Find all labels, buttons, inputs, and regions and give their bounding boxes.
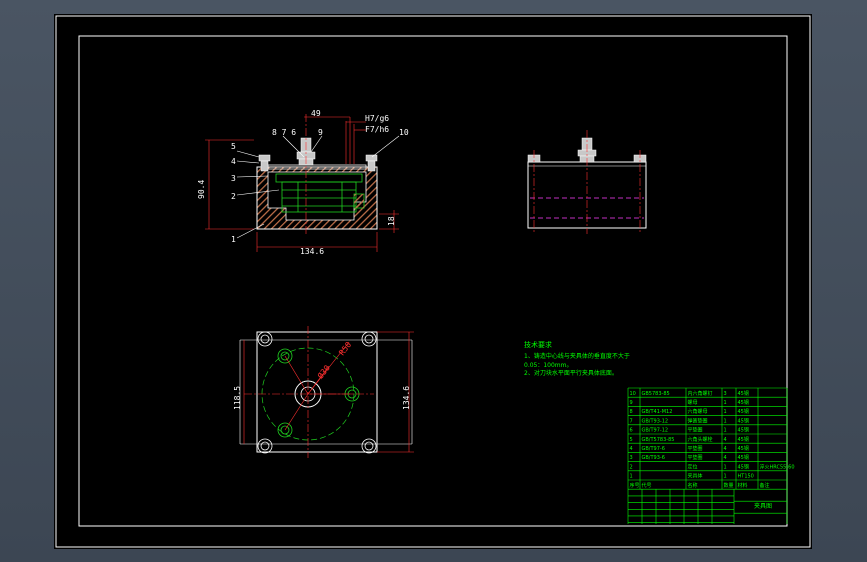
balloon-2: 2 bbox=[231, 192, 236, 201]
bom-cell-qty: 1 bbox=[724, 464, 727, 470]
corner-bolt-holes bbox=[257, 331, 377, 454]
bom-cell-mat: 45钢 bbox=[738, 454, 749, 461]
bom-cell-name: 定位 bbox=[688, 463, 698, 470]
technical-notes: 技术要求 1、铸造中心线与夹具体的垂直度不大于 0.05：100mm。 2、对刀… bbox=[524, 340, 630, 377]
balloon-4: 4 bbox=[231, 157, 236, 166]
bom-cell-qty: 4 bbox=[724, 446, 727, 452]
bom-cell-no: 8 bbox=[630, 409, 633, 415]
dim-top-width: 49 bbox=[311, 109, 321, 118]
bom-cell-mat: 45钢 bbox=[738, 427, 749, 434]
bom-cell-name: 六角头螺栓 bbox=[688, 436, 713, 443]
bom-cell-code: GB/T41-M12 bbox=[642, 409, 673, 415]
bom-cell-qty: 4 bbox=[724, 437, 727, 443]
bom-cell-code: 代号 bbox=[642, 482, 652, 489]
bom-cell-name: 平垫圈 bbox=[688, 427, 703, 434]
bom-cell-qty: 1 bbox=[724, 400, 727, 406]
bom-cell-code: GB/T97-6 bbox=[642, 446, 665, 452]
bom-cell-mat: 45钢 bbox=[738, 390, 749, 397]
bom-cell-note: 备注 bbox=[760, 482, 770, 489]
bom-cell-note: 淬火HRC55-60 bbox=[760, 463, 795, 470]
bom-cell-name: 平垫圈 bbox=[688, 445, 703, 452]
bom-cell-code: GB/T93-6 bbox=[642, 455, 665, 461]
hex-bolts bbox=[258, 137, 378, 172]
notes-line-2: 0.05：100mm。 bbox=[524, 362, 573, 369]
bom-cell-no: 10 bbox=[630, 391, 636, 397]
bom-cell-qty: 1 bbox=[724, 428, 727, 434]
bom-cell-mat: 45钢 bbox=[738, 399, 749, 406]
plan-view: R50 Ø30 118.5 134.6 bbox=[233, 326, 414, 458]
dim-diag-2: Ø30 bbox=[315, 363, 332, 381]
bom-cell-qty: 3 bbox=[724, 391, 727, 397]
bom-cell-code: GB/T97-12 bbox=[642, 428, 669, 434]
balloon-10: 10 bbox=[399, 128, 409, 137]
drawing-canvas: 49 H7/g6 F7/h6 90.4 134.6 18 1 2 3 4 5 8… bbox=[55, 15, 811, 548]
drawing-sheet: 49 H7/g6 F7/h6 90.4 134.6 18 1 2 3 4 5 8… bbox=[54, 14, 812, 549]
notes-title: 技术要求 bbox=[524, 340, 552, 349]
bom-cell-no: 6 bbox=[630, 428, 633, 434]
bom-cell-code: GB/T93-12 bbox=[642, 418, 669, 424]
bom-cell-code: GB/T5783-85 bbox=[642, 437, 675, 443]
side-view bbox=[527, 130, 647, 234]
bom-cell-mat: 45钢 bbox=[738, 408, 749, 415]
bom-cell-mat: 45钢 bbox=[738, 436, 749, 443]
bom-cell-no: 4 bbox=[630, 446, 633, 452]
bom-cell-qty: 1 bbox=[724, 474, 727, 480]
dim-diag-1: R50 bbox=[337, 340, 353, 357]
locating-key bbox=[354, 194, 364, 208]
plan-dimension-lines bbox=[243, 331, 414, 453]
bom-cell-qty: 4 bbox=[724, 455, 727, 461]
bom-cell-no: 5 bbox=[630, 437, 633, 443]
bom-cell-mat: 45钢 bbox=[738, 463, 749, 470]
bom-cell-no: 7 bbox=[630, 418, 633, 424]
title-block-label: 夹具图 bbox=[754, 502, 772, 510]
balloon-876: 8 7 6 bbox=[272, 128, 296, 137]
bom-cell-mat: HT150 bbox=[738, 474, 754, 480]
bom-cell-no: 序号 bbox=[630, 482, 640, 489]
bom-cell-code: GB5783-85 bbox=[642, 391, 670, 397]
bom-cell-mat: 45钢 bbox=[738, 445, 749, 452]
dim-fit-2: F7/h6 bbox=[365, 125, 389, 134]
bom-cell-no: 3 bbox=[630, 455, 633, 461]
dim-bottom-width: 134.6 bbox=[300, 247, 324, 256]
bom-cell-mat: 材料 bbox=[738, 482, 748, 489]
balloon-1: 1 bbox=[231, 235, 236, 244]
bom-cell-name: 名称 bbox=[688, 482, 698, 489]
bom-cell-name: 内六角螺钉 bbox=[688, 390, 713, 397]
bom-cell-qty: 数量 bbox=[724, 482, 734, 489]
bom-cell-name: 平垫圈 bbox=[688, 454, 703, 461]
dim-fit-1: H7/g6 bbox=[365, 114, 389, 123]
balloon-9: 9 bbox=[318, 128, 323, 137]
bom-cell-name: 夹具体 bbox=[688, 473, 703, 480]
notes-line-1: 1、铸造中心线与夹具体的垂直度不大于 bbox=[524, 352, 630, 360]
bom-cell-no: 9 bbox=[630, 400, 633, 406]
bom-cell-name: 六角螺母 bbox=[688, 408, 708, 415]
locating-pins bbox=[277, 348, 360, 438]
dim-height: 90.4 bbox=[197, 180, 206, 199]
bom-cell-name: 螺母 bbox=[688, 399, 698, 406]
dim-plan-right: 134.6 bbox=[402, 386, 411, 410]
bom-cell-no: 1 bbox=[630, 474, 633, 480]
notes-line-3: 2、对刀块水平面平行夹具体底面。 bbox=[524, 369, 618, 377]
bom-table: 10 GB5783-85 内六角螺钉 3 45钢 9 螺母 1 45钢 8 GB/T41-M12 六角… bbox=[627, 387, 795, 524]
bom-cell-qty: 1 bbox=[724, 409, 727, 415]
balloon-5: 5 bbox=[231, 142, 236, 151]
front-section-view: 49 H7/g6 F7/h6 90.4 134.6 18 1 2 3 4 5 8… bbox=[197, 109, 409, 256]
bom-cell-no: 2 bbox=[630, 464, 633, 470]
dim-plan-left: 118.5 bbox=[233, 386, 242, 410]
bom-cell-name: 弹簧垫圈 bbox=[688, 417, 708, 424]
balloon-3: 3 bbox=[231, 174, 236, 183]
bom-cell-mat: 45钢 bbox=[738, 417, 749, 424]
bom-cell-qty: 1 bbox=[724, 418, 727, 424]
dim-base-thickness: 18 bbox=[387, 216, 396, 226]
